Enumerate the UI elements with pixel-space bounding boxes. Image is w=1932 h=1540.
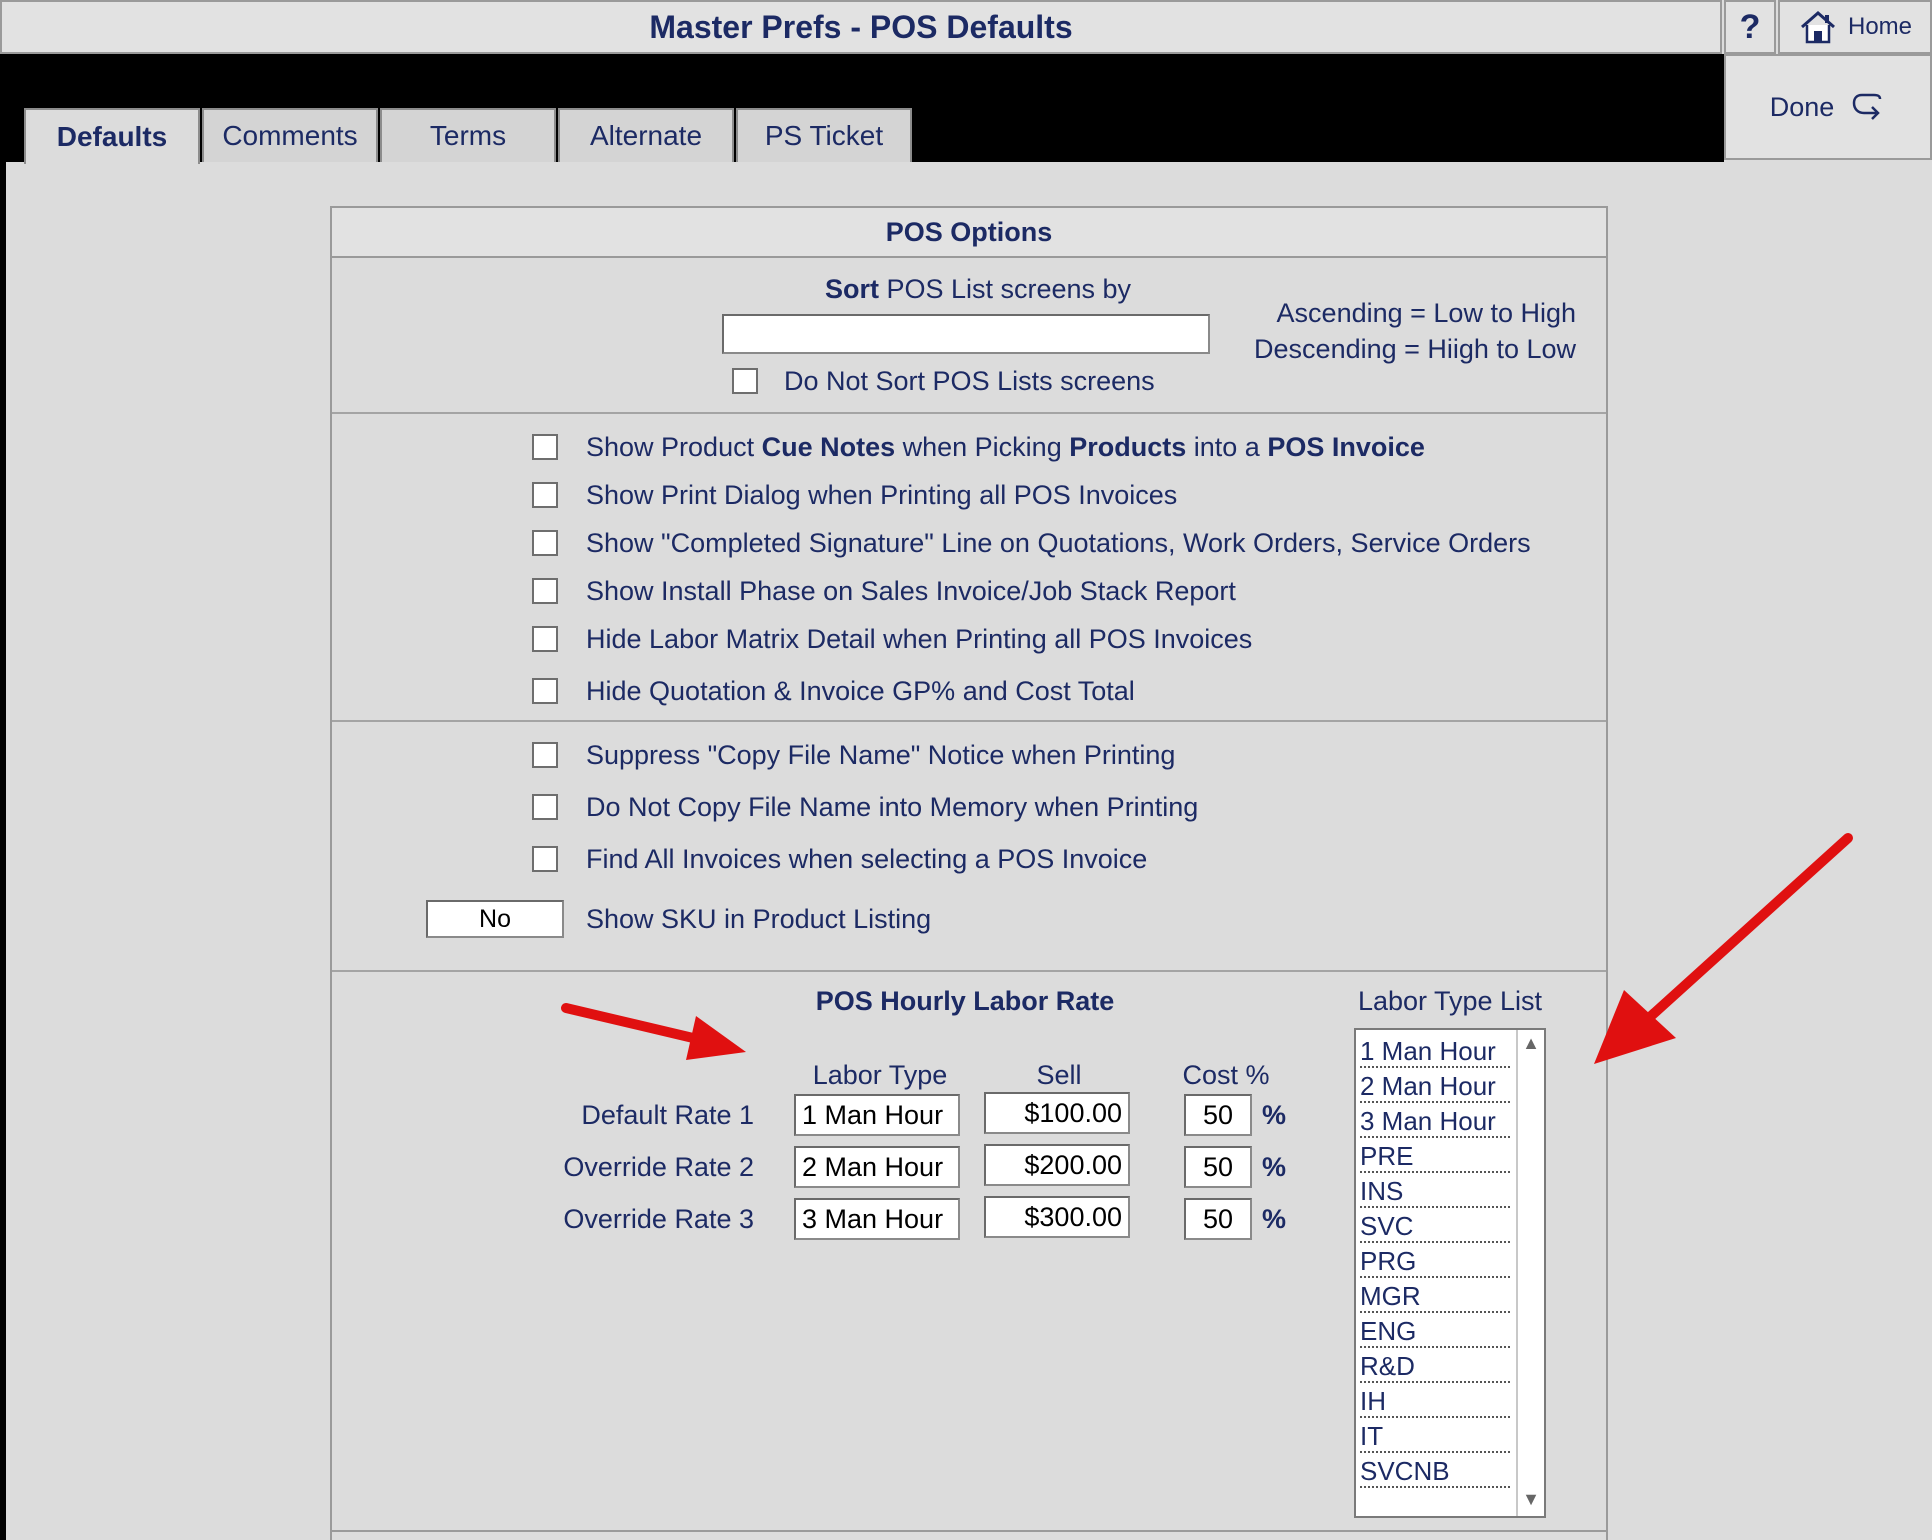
override-rate-3-label: Override Rate 3 (563, 1204, 754, 1234)
percent-sign: % (1262, 1152, 1287, 1182)
divider (332, 720, 1606, 722)
home-label: Home (1847, 13, 1913, 40)
list-item-empty[interactable] (1360, 1489, 1510, 1516)
annotation-arrow-right (1594, 833, 1853, 1064)
list-item[interactable]: PRE (1360, 1139, 1510, 1173)
find-all-invoices-label: Find All Invoices when selecting a POS I… (586, 844, 1148, 874)
divider (332, 412, 1606, 414)
descending-note: Descending = Hiigh to Low (1254, 334, 1576, 364)
scroll-up-icon[interactable]: ▲ (1518, 1030, 1544, 1056)
cost-header: Cost % (1182, 1060, 1270, 1090)
list-item[interactable]: IH (1360, 1384, 1510, 1418)
rate-2-labor-type-input[interactable]: 2 Man Hour (794, 1146, 960, 1188)
percent-sign: % (1262, 1100, 1287, 1130)
list-item[interactable]: MGR (1360, 1279, 1510, 1313)
print-dialog-label: Show Print Dialog when Printing all POS … (586, 480, 1178, 510)
list-item[interactable]: 3 Man Hour (1360, 1104, 1510, 1138)
return-arrow-icon (1853, 93, 1882, 120)
cue-notes-label: Show Product Cue Notes when Picking Prod… (586, 432, 1425, 462)
divider (332, 970, 1606, 972)
list-item[interactable]: 2 Man Hour (1360, 1069, 1510, 1103)
rate-3-cost-input[interactable]: 50 (1184, 1198, 1252, 1240)
list-item[interactable]: R&D (1360, 1349, 1510, 1383)
show-sku-label: Show SKU in Product Listing (586, 904, 932, 934)
list-item[interactable]: PRG (1360, 1244, 1510, 1278)
sell-header: Sell (1036, 1060, 1082, 1090)
no-sort-label: Do Not Sort POS Lists screens (784, 366, 1155, 396)
cue-notes-checkbox[interactable] (532, 434, 558, 460)
help-button[interactable]: ? (1724, 0, 1776, 54)
signature-line-label: Show "Completed Signature" Line on Quota… (586, 528, 1531, 558)
percent-sign: % (1262, 1204, 1287, 1234)
print-dialog-checkbox[interactable] (532, 482, 558, 508)
sort-heading: Sort POS List screens by (824, 274, 1132, 304)
rate-3-labor-type-input[interactable]: 3 Man Hour (794, 1198, 960, 1240)
tab-defaults[interactable]: Defaults (24, 108, 200, 164)
done-button[interactable]: Done (1724, 54, 1932, 160)
no-copy-filename-label: Do Not Copy File Name into Memory when P… (586, 792, 1199, 822)
home-icon (1800, 11, 1835, 44)
help-icon: ? (1739, 7, 1761, 46)
no-sort-checkbox[interactable] (732, 368, 758, 394)
tab-alternate[interactable]: Alternate (558, 108, 734, 162)
tab-terms[interactable]: Terms (380, 108, 556, 162)
labor-rate-title: POS Hourly Labor Rate (815, 986, 1115, 1016)
rate-1-sell-input[interactable]: $100.00 (984, 1092, 1130, 1134)
annotation-arrow-left (561, 1003, 746, 1060)
sort-field[interactable] (722, 314, 1210, 354)
rate-2-sell-input[interactable]: $200.00 (984, 1144, 1130, 1186)
list-item[interactable]: 1 Man Hour (1360, 1034, 1510, 1068)
rate-3-sell-input[interactable]: $300.00 (984, 1196, 1130, 1238)
hide-labor-matrix-label: Hide Labor Matrix Detail when Printing a… (586, 624, 1253, 654)
labor-type-list-title: Labor Type List (1357, 986, 1543, 1016)
done-label: Done (1769, 91, 1835, 122)
content-border (0, 162, 6, 1540)
list-item[interactable]: SVCNB (1360, 1454, 1510, 1488)
hide-gp-checkbox[interactable] (532, 678, 558, 704)
list-item[interactable]: SVC (1360, 1209, 1510, 1243)
install-phase-checkbox[interactable] (532, 578, 558, 604)
list-item[interactable]: IT (1360, 1419, 1510, 1453)
list-item[interactable]: ENG (1360, 1314, 1510, 1348)
signature-line-checkbox[interactable] (532, 530, 558, 556)
scroll-down-icon[interactable]: ▼ (1518, 1486, 1544, 1512)
rate-2-cost-input[interactable]: 50 (1184, 1146, 1252, 1188)
hide-gp-label: Hide Quotation & Invoice GP% and Cost To… (586, 676, 1135, 706)
panel-title: POS Options (332, 208, 1606, 258)
list-item[interactable]: INS (1360, 1174, 1510, 1208)
suppress-copy-notice-checkbox[interactable] (532, 742, 558, 768)
no-copy-filename-checkbox[interactable] (532, 794, 558, 820)
find-all-invoices-checkbox[interactable] (532, 846, 558, 872)
window-title: Master Prefs - POS Defaults (0, 0, 1722, 54)
rate-1-cost-input[interactable]: 50 (1184, 1094, 1252, 1136)
divider (332, 1530, 1606, 1532)
show-sku-select[interactable]: No (426, 900, 564, 938)
list-scrollbar[interactable]: ▲ ▼ (1516, 1030, 1544, 1516)
ascending-note: Ascending = Low to High (1276, 298, 1576, 328)
override-rate-2-label: Override Rate 2 (563, 1152, 754, 1182)
tab-ps-ticket[interactable]: PS Ticket (736, 108, 912, 162)
suppress-copy-notice-label: Suppress "Copy File Name" Notice when Pr… (586, 740, 1176, 770)
install-phase-label: Show Install Phase on Sales Invoice/Job … (586, 576, 1236, 606)
hide-labor-matrix-checkbox[interactable] (532, 626, 558, 652)
tab-comments[interactable]: Comments (202, 108, 378, 162)
home-button[interactable]: Home (1778, 0, 1932, 54)
default-rate-1-label: Default Rate 1 (581, 1100, 754, 1130)
labor-type-header: Labor Type (812, 1060, 948, 1090)
rate-1-labor-type-input[interactable]: 1 Man Hour (794, 1094, 960, 1136)
